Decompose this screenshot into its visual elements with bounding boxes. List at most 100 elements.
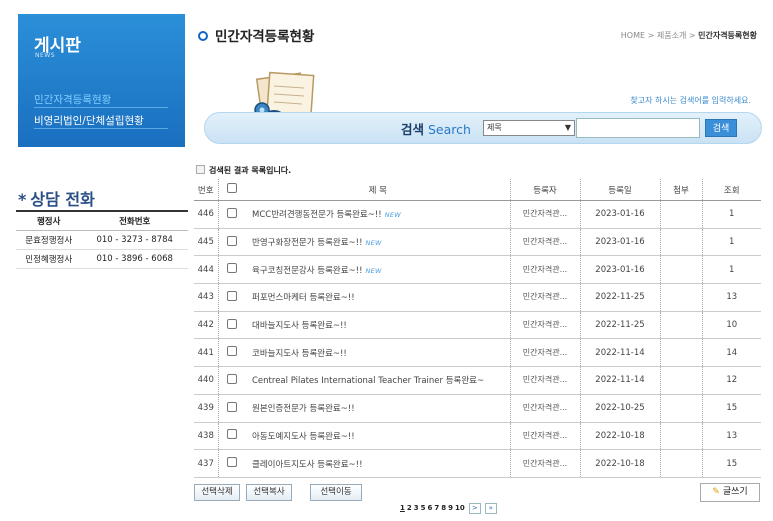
row-title-link[interactable]: 코바늘지도사 등록완료~!! bbox=[252, 349, 347, 359]
board-table: 번호 제 목 등록자 등록일 첨부 조회 446 MCC반려견행동전문가 등록완료… bbox=[194, 178, 761, 478]
sidebar-item-qualification[interactable]: 민간자격등록현황 bbox=[34, 92, 111, 107]
row-checkbox-cell[interactable] bbox=[218, 255, 246, 285]
row-title[interactable]: 대바늘지도사 등록완료~!! bbox=[246, 311, 511, 340]
row-checkbox[interactable] bbox=[227, 318, 238, 329]
row-checkbox-cell[interactable] bbox=[218, 449, 246, 478]
title-bullet-icon bbox=[198, 31, 208, 41]
row-views: 12 bbox=[702, 366, 761, 395]
row-attach bbox=[660, 449, 703, 478]
table-row[interactable]: 446 MCC반려견행동전문가 등록완료~!! NEW 민간자격관... 2023-01… bbox=[194, 200, 761, 229]
table-row[interactable]: 442 대바늘지도사 등록완료~!! 민간자격관... 2022-11-25 10 bbox=[194, 311, 761, 340]
search-input[interactable] bbox=[576, 118, 700, 138]
breadcrumb-current: 민간자격등록현황 bbox=[698, 31, 757, 40]
col-select-all[interactable] bbox=[218, 178, 246, 201]
row-title[interactable]: 육구코칭전문강사 등록완료~!! NEW bbox=[246, 255, 511, 285]
row-checkbox-cell[interactable] bbox=[218, 394, 246, 423]
row-checkbox[interactable] bbox=[227, 457, 238, 468]
row-number: 442 bbox=[194, 311, 219, 340]
row-title[interactable]: 반영구화장전문가 등록완료~!! NEW bbox=[246, 228, 511, 257]
row-title[interactable]: 클레이아트지도사 등록완료~!! bbox=[246, 449, 511, 478]
page-number[interactable]: 9 bbox=[448, 504, 453, 512]
row-title[interactable]: 코바늘지도사 등록완료~!! bbox=[246, 338, 511, 368]
breadcrumb-product[interactable]: 제품소개 bbox=[657, 31, 686, 40]
col-writer: 등록자 bbox=[510, 178, 581, 201]
row-checkbox-cell[interactable] bbox=[218, 338, 246, 368]
row-title-link[interactable]: 대바늘지도사 등록완료~!! bbox=[252, 321, 347, 331]
consult-heading: * 상담 전화 bbox=[18, 186, 95, 210]
row-title-link[interactable]: 클레이아트지도사 등록완료~!! bbox=[252, 460, 362, 470]
col-views: 조회 bbox=[702, 178, 761, 201]
row-views: 13 bbox=[702, 283, 761, 312]
row-checkbox-cell[interactable] bbox=[218, 422, 246, 451]
result-note: 검색된 결과 목록입니다. bbox=[196, 165, 291, 176]
page-number[interactable]: 8 bbox=[441, 504, 446, 512]
select-all-checkbox[interactable] bbox=[227, 183, 238, 193]
row-title-link[interactable]: 육구코칭전문강사 등록완료~!! bbox=[252, 266, 362, 276]
copy-selected-button[interactable]: 선택복사 bbox=[246, 484, 292, 501]
row-title[interactable]: 원본인증전문가 등록완료~!! bbox=[246, 394, 511, 423]
row-writer: 민간자격관... bbox=[510, 283, 581, 312]
row-checkbox[interactable] bbox=[227, 235, 238, 246]
board-body: 446 MCC반려견행동전문가 등록완료~!! NEW 민간자격관... 2023-01… bbox=[194, 200, 761, 478]
row-title[interactable]: 퍼포먼스마케터 등록완료~!! bbox=[246, 283, 511, 312]
row-checkbox-cell[interactable] bbox=[218, 200, 246, 229]
write-button[interactable]: ✎ 글쓰기 bbox=[700, 483, 760, 502]
new-badge-icon: NEW bbox=[365, 239, 382, 248]
move-selected-button[interactable]: 선택이동 bbox=[310, 484, 362, 501]
row-checkbox[interactable] bbox=[227, 373, 238, 384]
row-checkbox[interactable] bbox=[227, 401, 238, 412]
row-title[interactable]: MCC반려견행동전문가 등록완료~!! NEW bbox=[246, 200, 511, 229]
page-number[interactable]: 10 bbox=[455, 504, 465, 512]
row-title-link[interactable]: 반영구화장전문가 등록완료~!! bbox=[252, 238, 362, 248]
row-title-link[interactable]: Centreal Pilates International Teacher T… bbox=[252, 376, 484, 386]
row-writer: 민간자격관... bbox=[510, 228, 581, 257]
row-title[interactable]: Centreal Pilates International Teacher T… bbox=[246, 366, 511, 395]
row-title[interactable]: 아동도예지도사 등록완료~!! bbox=[246, 422, 511, 451]
table-row[interactable]: 437 클레이아트지도사 등록완료~!! 민간자격관... 2022-10-18 15 bbox=[194, 449, 761, 478]
last-page-icon[interactable]: » bbox=[484, 503, 497, 514]
row-checkbox-cell[interactable] bbox=[218, 283, 246, 312]
row-checkbox-cell[interactable] bbox=[218, 228, 246, 257]
page-number[interactable]: 1 bbox=[400, 504, 405, 512]
table-row[interactable]: 443 퍼포먼스마케터 등록완료~!! 민간자격관... 2022-11-25 13 bbox=[194, 283, 761, 312]
table-row[interactable]: 441 코바늘지도사 등록완료~!! 민간자격관... 2022-11-14 14 bbox=[194, 338, 761, 368]
row-checkbox[interactable] bbox=[227, 346, 238, 357]
row-number: 443 bbox=[194, 283, 219, 312]
row-number: 445 bbox=[194, 228, 219, 257]
pencil-icon: ✎ bbox=[712, 487, 720, 497]
row-title-link[interactable]: 퍼포먼스마케터 등록완료~!! bbox=[252, 293, 355, 303]
page-number[interactable]: 5 bbox=[421, 504, 426, 512]
search-button[interactable]: 검색 bbox=[705, 119, 737, 137]
page-number[interactable]: 2 bbox=[407, 504, 412, 512]
row-checkbox-cell[interactable] bbox=[218, 366, 246, 395]
breadcrumb-home[interactable]: HOME bbox=[621, 31, 645, 40]
sidebar-subtitle: NEWS bbox=[35, 52, 56, 59]
star-icon: * bbox=[18, 190, 27, 209]
row-checkbox[interactable] bbox=[227, 429, 238, 440]
table-row[interactable]: 445 반영구화장전문가 등록완료~!! NEW 민간자격관... 2023-01-16… bbox=[194, 228, 761, 257]
row-writer: 민간자격관... bbox=[510, 422, 581, 451]
page-number[interactable]: 3 bbox=[414, 504, 419, 512]
table-row[interactable]: 438 아동도예지도사 등록완료~!! 민간자격관... 2022-10-18 13 bbox=[194, 422, 761, 451]
row-title-link[interactable]: 아동도예지도사 등록완료~!! bbox=[252, 432, 355, 442]
row-checkbox[interactable] bbox=[227, 263, 238, 274]
col-title: 제 목 bbox=[246, 178, 511, 201]
row-checkbox[interactable] bbox=[227, 290, 238, 301]
row-views: 15 bbox=[702, 394, 761, 423]
table-row[interactable]: 440 Centreal Pilates International Teache… bbox=[194, 366, 761, 395]
search-field-select[interactable]: 제목 ▼ bbox=[483, 120, 575, 136]
table-row[interactable]: 444 육구코칭전문강사 등록완료~!! NEW 민간자격관... 2023-01-16… bbox=[194, 255, 761, 285]
table-row[interactable]: 439 원본인증전문가 등록완료~!! 민간자격관... 2022-10-25 15 bbox=[194, 394, 761, 423]
delete-selected-button[interactable]: 선택삭제 bbox=[194, 484, 240, 501]
row-checkbox[interactable] bbox=[227, 207, 238, 218]
row-title-link[interactable]: MCC반려견행동전문가 등록완료~!! bbox=[252, 210, 382, 220]
row-checkbox-cell[interactable] bbox=[218, 311, 246, 340]
next-page-icon[interactable]: > bbox=[468, 503, 481, 514]
row-title-link[interactable]: 원본인증전문가 등록완료~!! bbox=[252, 404, 355, 414]
page-number[interactable]: 7 bbox=[434, 504, 439, 512]
page-number[interactable]: 6 bbox=[428, 504, 433, 512]
row-attach bbox=[660, 366, 703, 395]
sidebar-item-nonprofit[interactable]: 비영리법인/단체설립현황 bbox=[34, 113, 144, 128]
row-date: 2022-11-14 bbox=[580, 338, 661, 368]
row-writer: 민간자격관... bbox=[510, 200, 581, 229]
